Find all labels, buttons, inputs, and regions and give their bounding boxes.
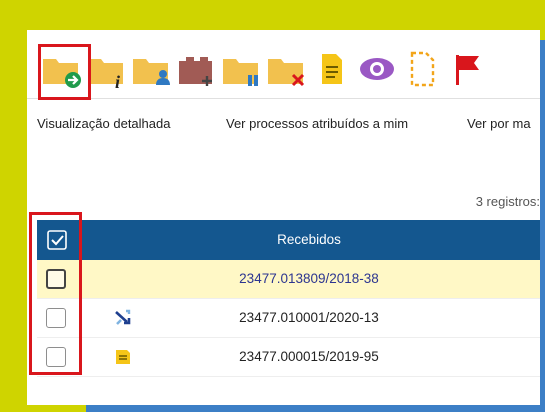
note-icon[interactable] (311, 48, 353, 90)
process-number[interactable]: 23477.010001/2020-13 (187, 299, 431, 337)
add-document-icon[interactable] (176, 48, 218, 90)
view-icon[interactable] (356, 48, 398, 90)
detailed-view-link[interactable]: Visualização detalhada (37, 116, 170, 131)
table-row[interactable]: 23477.013809/2018-38 (37, 260, 540, 299)
row-checkbox[interactable] (46, 308, 66, 328)
note-icon (113, 347, 133, 367)
main-panel: i Visualização detalhada Ver processos a… (27, 30, 540, 405)
assigned-to-me-link[interactable]: Ver processos atribuídos a mim (226, 116, 408, 131)
row-checkbox[interactable] (46, 347, 66, 367)
view-by-link[interactable]: Ver por ma (467, 116, 531, 131)
select-all-checkbox[interactable] (47, 230, 67, 250)
suspend-process-icon[interactable] (221, 48, 263, 90)
process-number[interactable]: 23477.013809/2018-38 (187, 260, 431, 298)
table-row[interactable]: 23477.010001/2020-13 (37, 299, 540, 338)
svg-text:i: i (115, 72, 120, 90)
remove-process-icon[interactable] (266, 48, 308, 90)
dashed-document-icon[interactable] (401, 48, 443, 90)
shuffle-arrows-icon (113, 308, 133, 328)
assign-user-icon[interactable] (131, 48, 173, 90)
row-checkbox[interactable] (46, 269, 66, 289)
process-number[interactable]: 23477.000015/2019-95 (187, 338, 431, 376)
table-row[interactable]: 23477.000015/2019-95 (37, 338, 540, 377)
process-table: Recebidos 23477.013809/2018-38 23477.010… (37, 220, 540, 377)
toolbar: i (27, 30, 540, 99)
record-count: 3 registros: (475, 194, 540, 209)
received-column-header[interactable]: Recebidos (187, 220, 431, 260)
send-process-icon[interactable] (41, 48, 83, 90)
flag-icon[interactable] (446, 48, 488, 90)
process-info-icon[interactable]: i (86, 48, 128, 90)
table-header: Recebidos (37, 220, 540, 260)
